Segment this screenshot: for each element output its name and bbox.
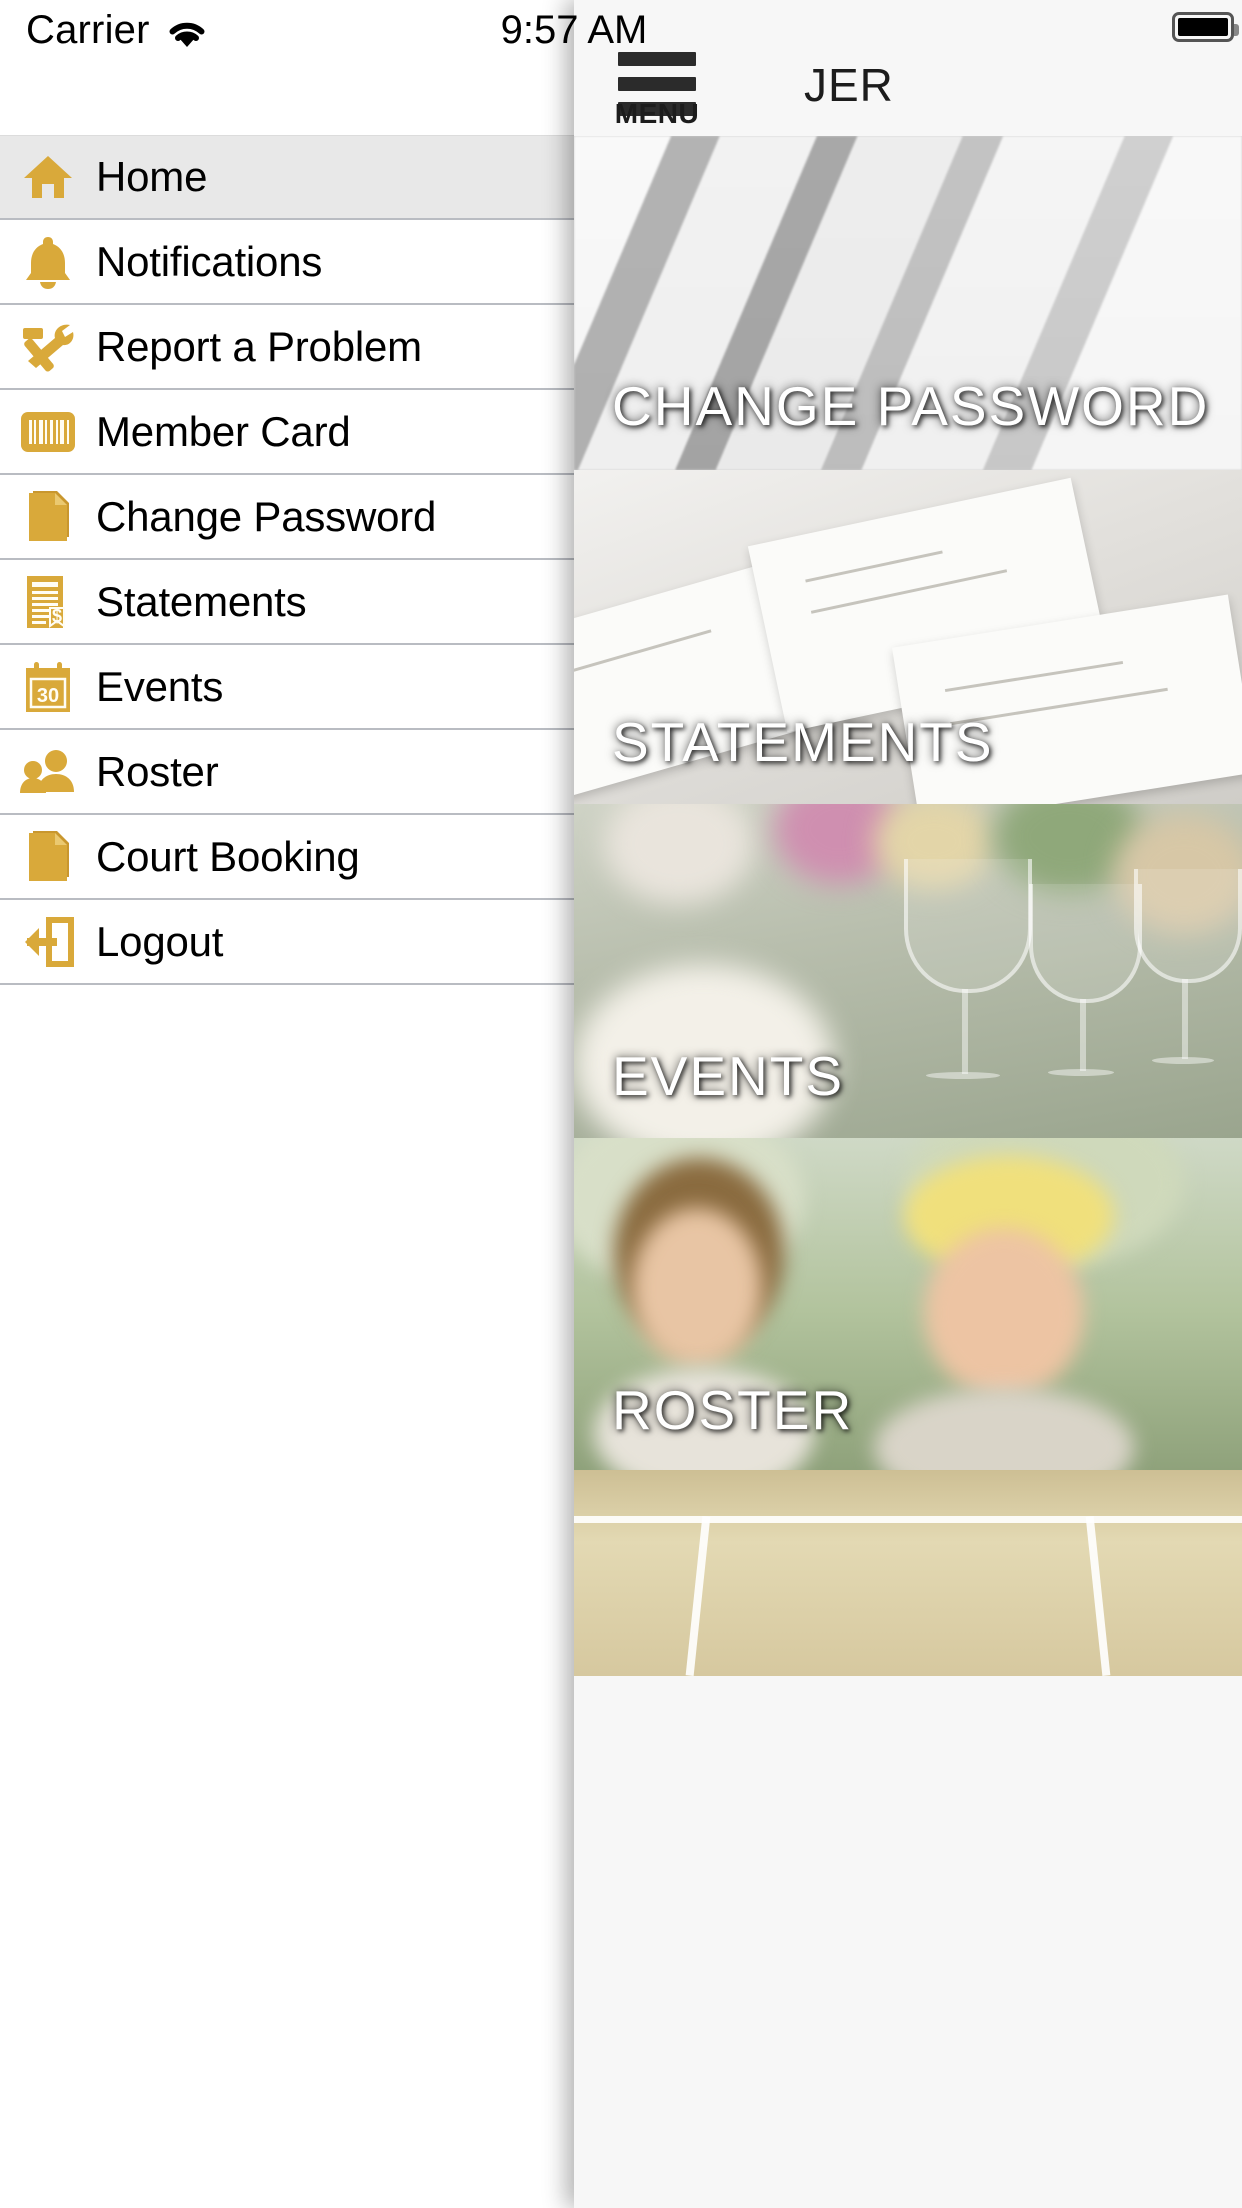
status-bar-time: 9:57 AM [500,8,648,52]
sidebar-item-logout[interactable]: Logout [0,900,574,985]
card-change-password[interactable]: CHANGE PASSWORD [574,136,1242,470]
sidebar-item-label: Events [96,662,224,710]
sidebar-item-label: Logout [96,917,224,965]
sidebar-item-label: Home [96,153,208,200]
svg-text:30: 30 [37,685,59,707]
card-label: CHANGE PASSWORD [612,375,1210,437]
sidebar-item-change-password[interactable]: Change Password [0,475,574,560]
card-events[interactable]: EVENTS [574,804,1242,1138]
card-statements[interactable]: STATEMENTS [574,470,1242,804]
sidebar-item-label: Statements [96,577,307,625]
sidebar-item-report-a-problem[interactable]: Report a Problem [0,305,574,390]
sidebar-item-roster[interactable]: Roster [0,730,574,815]
sidebar-item-label: Court Booking [96,832,360,880]
barcode-icon [0,411,96,452]
bell-icon [0,234,96,290]
card-label: STATEMENTS [612,711,994,773]
sidebar-item-label: Change Password [96,492,437,540]
sidebar-menu-list: Home Notifications Report a Problem Memb… [0,135,574,985]
card-label: ROSTER [612,1379,854,1441]
people-icon [0,748,96,796]
sidebar-item-member-card[interactable]: Member Card [0,390,574,475]
main-content-panel: MENU JER CHANGE PASSWORD STATEMENTS EVEN… [574,0,1242,2208]
sidebar-item-statements[interactable]: $ Statements [0,560,574,645]
sidebar-item-events[interactable]: 30 Events [0,645,574,730]
card-court-booking[interactable] [574,1470,1242,1676]
sidebar-item-label: Roster [96,747,219,795]
menu-button-label[interactable]: MENU [614,98,700,130]
svg-text:$: $ [52,606,62,626]
sidebar-item-label: Member Card [96,407,351,455]
page-title: JER [804,59,894,111]
battery-full-icon [1172,12,1239,42]
calendar-30-icon: 30 [0,660,96,714]
sidebar-item-notifications[interactable]: Notifications [0,220,574,305]
app-screen: Carrier 9:57 AM Home Notifications Repor… [0,0,1242,2208]
sidebar-item-court-booking[interactable]: Court Booking [0,815,574,900]
card-label: EVENTS [612,1045,845,1107]
logout-icon [0,916,96,967]
card-roster[interactable]: ROSTER [574,1138,1242,1470]
card-list: CHANGE PASSWORD STATEMENTS EVENTS ROSTER [574,136,1242,1676]
status-bar: Carrier 9:57 AM [0,0,1242,60]
sidebar-item-label: Report a Problem [96,322,422,370]
invoice-dollar-icon: $ [0,574,96,630]
sidebar-item-label: Notifications [96,237,323,285]
document-icon [0,829,96,885]
tennis-court-photo [574,1470,1242,1676]
home-icon [0,150,96,204]
document-icon [0,489,96,545]
tools-icon [0,319,96,375]
sidebar-drawer: Home Notifications Report a Problem Memb… [0,0,574,2208]
sidebar-item-home[interactable]: Home [0,135,574,220]
